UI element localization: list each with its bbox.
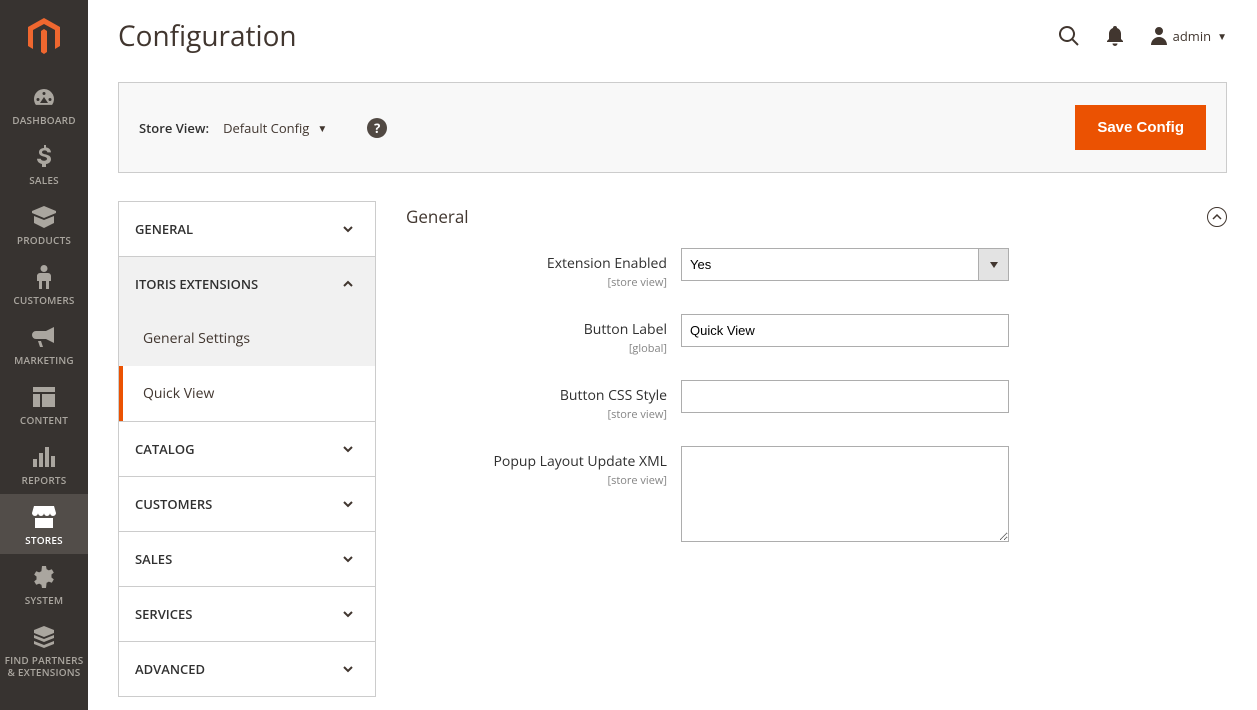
search-icon[interactable] [1059,26,1079,46]
person-icon [31,264,57,290]
tab-child-general-settings[interactable]: General Settings [119,311,375,366]
nav-sales[interactable]: SALES [0,134,88,194]
storefront-icon [31,504,57,530]
nav-label: CUSTOMERS [13,294,74,306]
chevron-down-icon [341,222,355,236]
nav-find-partners[interactable]: FIND PARTNERS & EXTENSIONS [0,614,88,686]
nav-products[interactable]: PRODUCTS [0,194,88,254]
nav-stores[interactable]: STORES [0,494,88,554]
button-css-style-input[interactable] [681,380,1009,413]
help-icon[interactable]: ? [367,118,387,138]
button-label-input[interactable] [681,314,1009,347]
chevron-up-icon [341,277,355,291]
field-label: Extension Enabled [547,254,667,273]
chevron-down-icon [341,662,355,676]
nav-dashboard[interactable]: DASHBOARD [0,74,88,134]
nav-marketing[interactable]: MARKETING [0,314,88,374]
nav-label: REPORTS [22,474,67,486]
nav-content[interactable]: CONTENT [0,374,88,434]
extension-enabled-select[interactable]: Yes [681,248,979,281]
nav-label: FIND PARTNERS & EXTENSIONS [4,654,84,678]
nav-label: DASHBOARD [12,114,76,126]
field-label: Button CSS Style [560,386,667,405]
admin-user-menu[interactable]: admin ▼ [1151,27,1227,45]
tab-itoris-extensions[interactable]: ITORIS EXTENSIONS [119,257,375,311]
caret-down-icon [979,248,1009,281]
tab-child-quick-view[interactable]: Quick View [119,366,375,421]
caret-down-icon: ▼ [1217,29,1227,43]
partners-icon [31,624,57,650]
box-icon [31,204,57,230]
tab-advanced[interactable]: ADVANCED [119,642,375,696]
field-scope: [store view] [406,473,667,488]
popup-layout-textarea[interactable] [681,446,1009,542]
field-scope: [global] [406,341,667,356]
chevron-down-icon [341,442,355,456]
save-config-button[interactable]: Save Config [1075,105,1206,150]
field-button-css-style: Button CSS Style [store view] [406,380,1227,422]
nav-label: SALES [29,174,59,186]
nav-reports[interactable]: REPORTS [0,434,88,494]
magento-logo[interactable] [0,0,88,74]
tab-sales[interactable]: SALES [119,532,375,586]
topbar: Configuration admin ▼ [118,0,1227,72]
field-label: Popup Layout Update XML [493,452,667,471]
field-scope: [store view] [406,407,667,422]
config-form: General Extension Enabled [store view] Y… [406,201,1227,697]
layout-icon [31,384,57,410]
nav-system[interactable]: SYSTEM [0,554,88,614]
dollar-icon [31,144,57,170]
nav-label: CONTENT [20,414,68,426]
config-tabs: GENERAL ITORIS EXTENSIONS General Settin… [118,201,376,697]
section-collapse-toggle[interactable] [1207,207,1227,227]
tab-customers[interactable]: CUSTOMERS [119,477,375,531]
tab-catalog[interactable]: CATALOG [119,422,375,476]
chevron-down-icon [341,552,355,566]
field-scope: [store view] [406,275,667,290]
nav-label: SYSTEM [25,594,64,606]
nav-label: STORES [25,534,63,546]
tab-services[interactable]: SERVICES [119,587,375,641]
caret-down-icon: ▼ [317,121,327,135]
field-label: Button Label [584,320,667,339]
field-extension-enabled: Extension Enabled [store view] Yes [406,248,1227,290]
megaphone-icon [31,324,57,350]
gauge-icon [31,84,57,110]
bar-chart-icon [31,444,57,470]
nav-customers[interactable]: CUSTOMERS [0,254,88,314]
admin-user-name: admin [1173,27,1211,45]
page-toolbar: Store View: Default Config ▼ ? Save Conf… [118,82,1227,173]
section-title: General [406,205,469,228]
field-button-label: Button Label [global] [406,314,1227,356]
tab-general[interactable]: GENERAL [119,202,375,256]
gear-icon [31,564,57,590]
store-view-label: Store View: [139,119,209,137]
chevron-down-icon [341,497,355,511]
nav-label: PRODUCTS [17,234,71,246]
bell-icon[interactable] [1107,26,1123,46]
chevron-down-icon [341,607,355,621]
page-title: Configuration [118,17,297,55]
nav-label: MARKETING [14,354,74,366]
field-popup-layout: Popup Layout Update XML [store view] [406,446,1227,547]
admin-sidebar: DASHBOARD SALES PRODUCTS CUSTOMERS MARKE… [0,0,88,710]
store-view-switcher[interactable]: Default Config ▼ [223,119,327,137]
